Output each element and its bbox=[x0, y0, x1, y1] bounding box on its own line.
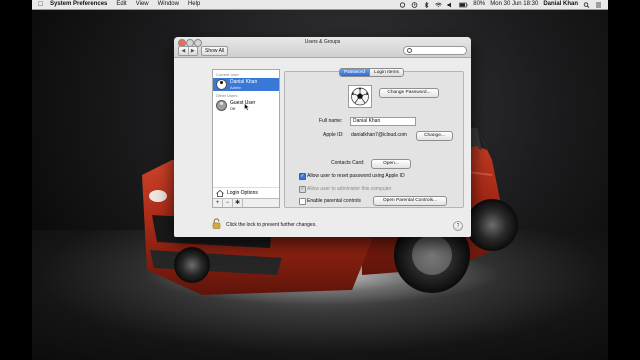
search-icon bbox=[407, 48, 412, 53]
contacts-open-button[interactable]: Open... bbox=[371, 159, 411, 169]
login-options-label: Login Options bbox=[227, 190, 258, 196]
desktop:  System Preferences Edit View Window He… bbox=[32, 0, 608, 360]
current-user-role: Admin bbox=[230, 84, 242, 90]
reset-password-label: Allow user to reset password using Apple… bbox=[307, 173, 405, 179]
menu-user[interactable]: Danial Khan bbox=[543, 0, 578, 9]
back-icon[interactable]: ◀ bbox=[179, 47, 189, 55]
other-users-header: Other Users bbox=[216, 93, 238, 98]
soccer-ball-avatar-icon bbox=[216, 79, 227, 90]
sidebar-toolbar: + − ✱ bbox=[213, 198, 279, 207]
lock-icon[interactable] bbox=[212, 218, 221, 229]
change-password-button[interactable]: Change Password... bbox=[379, 88, 439, 98]
menu-view[interactable]: View bbox=[136, 0, 149, 9]
full-name-label: Full name: bbox=[319, 118, 343, 124]
spotlight-icon[interactable] bbox=[583, 1, 590, 8]
notification-center-icon[interactable] bbox=[595, 2, 602, 8]
menu-bar:  System Preferences Edit View Window He… bbox=[32, 0, 608, 10]
back-forward-buttons: ◀ ▶ bbox=[178, 46, 198, 56]
menu-app-name[interactable]: System Preferences bbox=[50, 0, 107, 9]
volume-icon[interactable] bbox=[447, 2, 454, 8]
guest-user-role: Off bbox=[230, 105, 236, 111]
forward-icon[interactable]: ▶ bbox=[189, 47, 198, 55]
house-icon bbox=[216, 189, 224, 197]
parental-controls-label: Enable parental controls bbox=[307, 198, 361, 204]
remove-user-button[interactable]: − bbox=[223, 199, 233, 207]
window-title: Users & Groups bbox=[304, 39, 341, 45]
bluetooth-icon[interactable] bbox=[423, 1, 430, 8]
user-picture[interactable] bbox=[348, 85, 372, 108]
title-bar[interactable]: Users & Groups ◀ ▶ Show All bbox=[174, 37, 471, 58]
mouse-cursor-icon bbox=[244, 103, 250, 111]
soccer-ball-icon bbox=[351, 87, 369, 106]
menu-help[interactable]: Help bbox=[188, 0, 200, 9]
add-user-button[interactable]: + bbox=[213, 199, 223, 207]
guest-avatar-icon bbox=[216, 100, 227, 111]
battery-icon[interactable] bbox=[459, 2, 468, 8]
sync-icon[interactable] bbox=[399, 1, 406, 8]
lock-message: Click the lock to prevent further change… bbox=[226, 222, 317, 228]
action-gear-icon[interactable]: ✱ bbox=[233, 199, 243, 207]
parental-controls-checkbox[interactable] bbox=[299, 198, 306, 205]
menu-window[interactable]: Window bbox=[158, 0, 179, 9]
contacts-card-label: Contacts Card: bbox=[331, 160, 365, 166]
apple-id-value: danialkhan7@icloud.com bbox=[351, 132, 407, 138]
administer-label: Allow user to administer this computer bbox=[307, 186, 392, 192]
menu-edit[interactable]: Edit bbox=[116, 0, 126, 9]
apple-id-change-button[interactable]: Change... bbox=[416, 131, 453, 141]
search-field[interactable] bbox=[403, 46, 467, 55]
menu-extras: 80% Mon 30 Jun 18:30 Danial Khan bbox=[399, 0, 608, 9]
user-list: Current User Danial Khan Admin Other Use… bbox=[212, 69, 280, 208]
administer-checkbox: ✓ bbox=[299, 186, 306, 193]
help-button[interactable]: ? bbox=[453, 221, 463, 231]
user-row-current[interactable]: Danial Khan Admin bbox=[213, 78, 279, 91]
login-options-item[interactable]: Login Options bbox=[213, 187, 279, 198]
reset-password-checkbox[interactable]: ✓ bbox=[299, 173, 306, 180]
time-machine-icon[interactable] bbox=[411, 1, 418, 8]
battery-percent: 80% bbox=[473, 1, 486, 7]
lock-bar: Click the lock to prevent further change… bbox=[174, 215, 471, 237]
tab-login-items[interactable]: Login Items bbox=[369, 69, 403, 76]
tab-password[interactable]: Password bbox=[340, 69, 370, 76]
open-parental-controls-button[interactable]: Open Parental Controls... bbox=[373, 196, 447, 206]
users-groups-window: Users & Groups ◀ ▶ Show All Current User… bbox=[174, 37, 471, 237]
current-user-header: Current User bbox=[216, 72, 239, 77]
show-all-button[interactable]: Show All bbox=[201, 46, 229, 56]
user-detail-pane: Password Login Items Change Password... … bbox=[284, 68, 464, 208]
user-row-guest[interactable]: Guest User Off bbox=[213, 99, 279, 112]
apple-menu-icon[interactable]:  bbox=[38, 0, 46, 9]
tab-bar: Password Login Items bbox=[339, 68, 404, 77]
menu-clock[interactable]: Mon 30 Jun 18:30 bbox=[490, 0, 538, 9]
wifi-icon[interactable] bbox=[435, 2, 442, 8]
full-name-field[interactable]: Danial Khan bbox=[350, 117, 416, 126]
apple-id-label: Apple ID: bbox=[323, 132, 344, 138]
